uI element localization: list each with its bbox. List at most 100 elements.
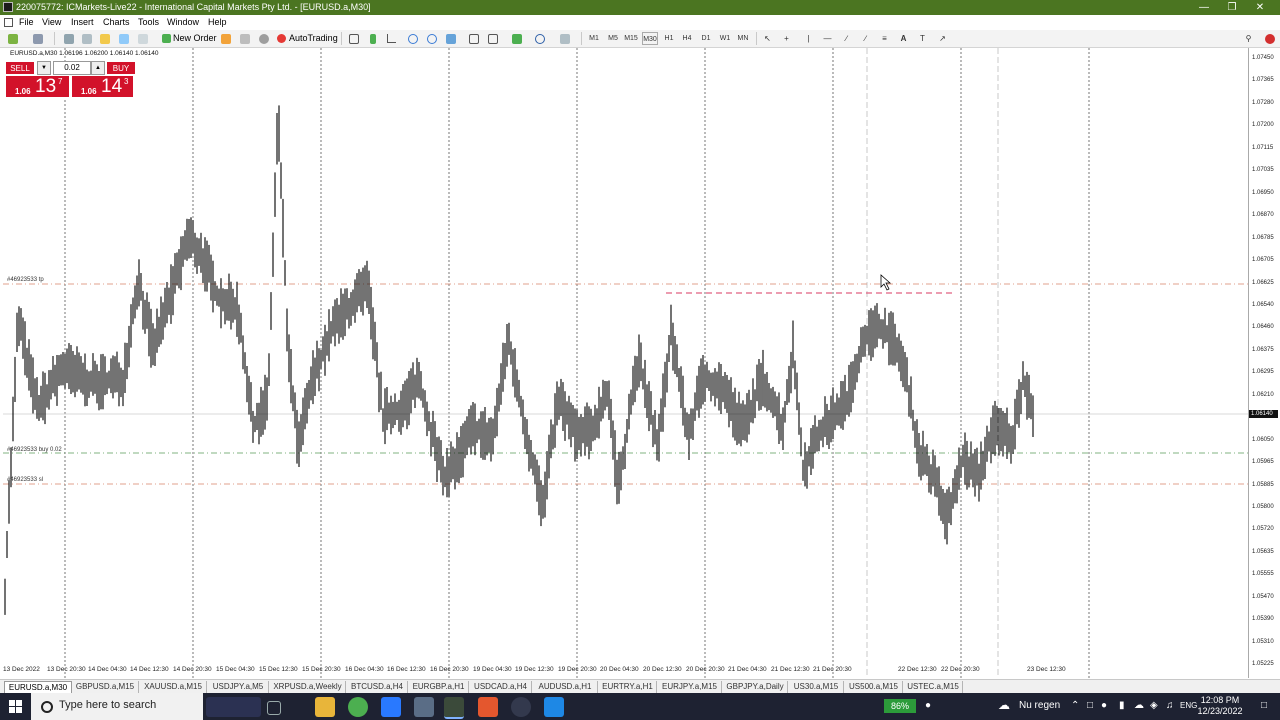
profiles-icon[interactable] [31, 32, 44, 45]
bar-chart-icon[interactable] [347, 32, 360, 45]
battery-tray-icon[interactable]: ▮ [1119, 700, 1125, 711]
chart-tab[interactable]: GBPJPY.a,Daily [723, 681, 788, 693]
timeframe-w1[interactable]: W1 [717, 32, 733, 45]
arrows-icon[interactable]: ↗ [936, 32, 949, 45]
tray-chevron-icon[interactable]: ⌃ [1071, 700, 1079, 711]
chart-tab[interactable]: USTEC.a,M15 [904, 681, 963, 693]
data-window-icon[interactable] [80, 32, 93, 45]
timeframe-m30[interactable]: M30 [642, 32, 658, 45]
buy-quote[interactable]: 1.06 14 3 [71, 75, 134, 98]
obs-icon[interactable] [511, 697, 531, 717]
sl-line-label[interactable]: #46923533 sl [7, 477, 43, 483]
candlestick-icon[interactable] [366, 32, 379, 45]
volume-icon[interactable]: ♫ [1166, 700, 1174, 711]
new-order-button[interactable]: New Order [161, 31, 217, 46]
app-icon-9[interactable] [544, 697, 564, 717]
lot-stepper[interactable]: ▲ [91, 61, 105, 75]
timeframe-mn[interactable]: MN [735, 32, 751, 45]
menu-tools[interactable]: Tools [138, 16, 159, 29]
metaeditor-icon[interactable] [219, 32, 232, 45]
chart-tab[interactable]: BTCUSD.a,H4 [347, 681, 408, 693]
vertical-line-icon[interactable]: | [802, 32, 815, 45]
tp-line-label[interactable]: #46923533 tp [7, 277, 44, 283]
new-chart-icon[interactable] [6, 32, 19, 45]
zoom-in-icon[interactable] [406, 32, 419, 45]
tile-windows-icon[interactable] [444, 32, 457, 45]
menu-file[interactable]: File [19, 16, 34, 29]
menu-view[interactable]: View [42, 16, 61, 29]
weather-text[interactable]: Nu regen [1019, 700, 1060, 711]
zoom-out-icon[interactable] [425, 32, 438, 45]
buy-button[interactable]: BUY [106, 61, 136, 75]
taskbar-search[interactable]: Type here to search [31, 693, 203, 720]
menu-window[interactable]: Window [167, 16, 199, 29]
chart-tab[interactable]: EURTRY.a,H1 [599, 681, 657, 693]
menu-charts[interactable]: Charts [103, 16, 130, 29]
notification-center-icon[interactable]: □ [1261, 700, 1267, 711]
store-icon[interactable] [381, 697, 401, 717]
minimize-button[interactable]: — [1191, 0, 1217, 15]
text-tool-icon[interactable]: A [897, 32, 910, 45]
chart-tab[interactable]: US30.a,M15 [789, 681, 844, 693]
lot-dropdown[interactable]: ▼ [37, 61, 51, 75]
crosshair-icon[interactable]: + [780, 32, 793, 45]
timeframe-m15[interactable]: M15 [623, 32, 639, 45]
search-icon[interactable]: ⚲ [1242, 32, 1255, 45]
chart-tab[interactable]: EURJPY.a,M15 [658, 681, 722, 693]
sell-quote[interactable]: 1.06 13 7 [5, 75, 70, 98]
timeframe-h1[interactable]: H1 [661, 32, 677, 45]
mic-tray-icon[interactable]: ● [1101, 700, 1107, 711]
cloud-icon[interactable]: ☁ [1134, 700, 1144, 711]
battery-indicator[interactable]: 86% [884, 699, 916, 713]
task-view-icon[interactable] [267, 701, 281, 715]
line-chart-icon[interactable] [385, 32, 398, 45]
wifi-icon[interactable]: ◈ [1150, 700, 1158, 711]
price-scale[interactable]: 1.07450 1.07365 1.07280 1.07200 1.07115 1.070… [1249, 48, 1280, 678]
strategy-tester-icon[interactable] [136, 32, 149, 45]
chart-tab[interactable]: AUDUSD.a,H1 [533, 681, 598, 693]
taskbar-clock[interactable]: 12:08 PM 12/23/2022 [1196, 695, 1244, 717]
cursor-icon[interactable]: ↖ [761, 32, 774, 45]
language-indicator[interactable]: ENG [1180, 701, 1197, 710]
app-icon-5[interactable] [414, 697, 434, 717]
chart-tab[interactable]: US500.a,M15 [845, 681, 903, 693]
equidistant-channel-icon[interactable]: ∕ [859, 32, 872, 45]
terminal-icon[interactable] [117, 32, 130, 45]
templates-icon[interactable] [558, 32, 571, 45]
chart-tab[interactable]: USDJPY.a,M5 [208, 681, 269, 693]
maximize-button[interactable]: ❐ [1219, 0, 1245, 15]
chart-tab[interactable]: GBPUSD.a,M15 [72, 681, 139, 693]
timeframe-m1[interactable]: M1 [586, 32, 602, 45]
indicators-icon[interactable] [510, 32, 523, 45]
timeframe-d1[interactable]: D1 [698, 32, 714, 45]
lot-size-input[interactable]: 0.02 [53, 61, 91, 75]
chrome-icon[interactable] [348, 697, 368, 717]
close-button[interactable]: ✕ [1247, 0, 1273, 15]
text-label-icon[interactable]: T [916, 32, 929, 45]
weather-icon[interactable]: ☁ [998, 698, 1010, 712]
sell-button[interactable]: SELL [5, 61, 35, 75]
market-icon[interactable] [238, 32, 251, 45]
brave-icon[interactable] [478, 697, 498, 717]
buy-line-label[interactable]: #46923533 buy 0.02 [7, 447, 62, 453]
chart-tab[interactable]: EURGBP.a,H1 [409, 681, 469, 693]
metatrader-icon[interactable] [444, 697, 464, 719]
mdi-window-icon[interactable] [4, 18, 13, 27]
navigator-icon[interactable] [98, 32, 111, 45]
timeframe-h4[interactable]: H4 [679, 32, 695, 45]
periodicity-icon[interactable] [533, 32, 546, 45]
autotrading-button[interactable]: AutoTrading [276, 31, 338, 46]
mic-icon[interactable]: ● [925, 700, 931, 711]
cortana-widget-icon[interactable] [206, 697, 261, 717]
price-chart[interactable] [3, 48, 1248, 678]
horizontal-line-icon[interactable]: — [821, 32, 834, 45]
fibonacci-icon[interactable]: ≡ [878, 32, 891, 45]
auto-scroll-icon[interactable] [486, 32, 499, 45]
time-scale[interactable]: 13 Dec 2022 13 Dec 20:30 14 Dec 04:30 14 De… [0, 665, 1248, 677]
timeframe-m5[interactable]: M5 [605, 32, 621, 45]
windows-start-icon[interactable] [9, 700, 22, 713]
chart-tab[interactable]: XRPUSD.a,Weekly [270, 681, 346, 693]
chart-area[interactable] [3, 48, 1249, 678]
trendline-icon[interactable]: ∕ [840, 32, 853, 45]
signals-icon[interactable] [257, 32, 270, 45]
